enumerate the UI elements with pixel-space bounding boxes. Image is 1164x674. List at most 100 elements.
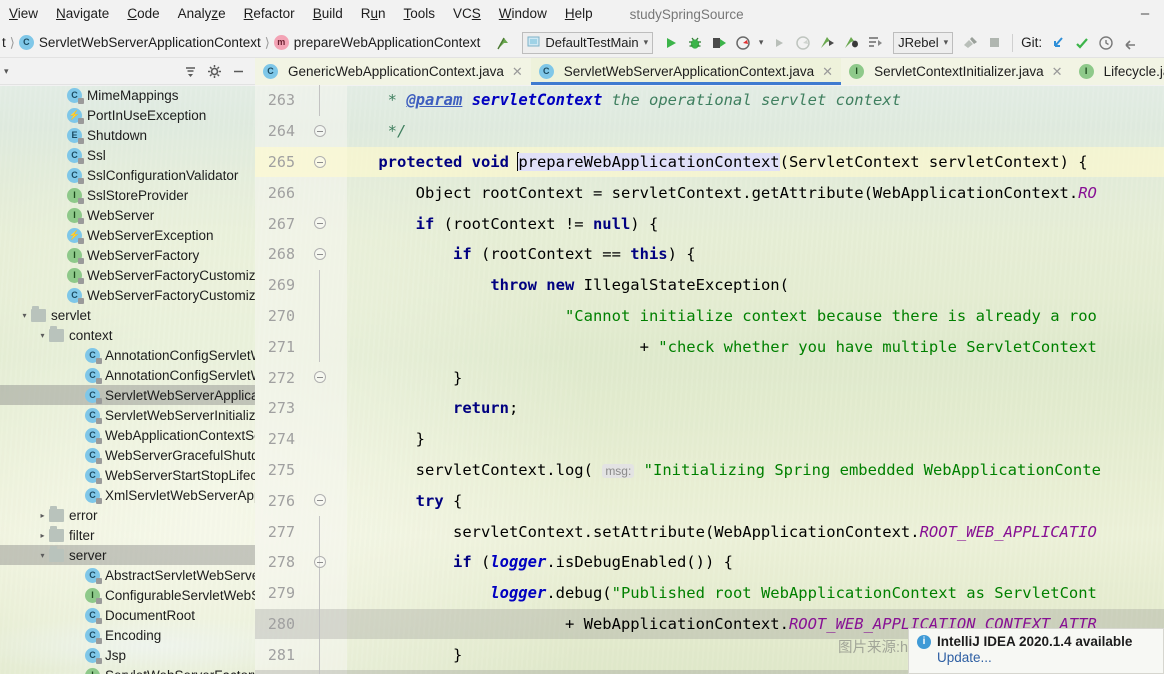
attach-profiler-button[interactable] [791,31,815,55]
tree-item-jsp[interactable]: C Jsp [0,645,255,665]
line-number[interactable]: 264 [255,122,301,140]
jrebel-debug-button[interactable] [839,31,863,55]
tree-item-webserverstartstoplifecycle[interactable]: CWebServerStartStopLifecycle [0,465,255,485]
tree-item-configurableservletwebserverfactory[interactable]: IConfigurableServletWebServerFactory [0,585,255,605]
tree-item-server[interactable]: ▾ server [0,545,255,565]
chevron-down-icon[interactable]: ▾ [18,311,31,320]
code-editor[interactable]: 263 * @param servletContext the operatio… [255,85,1164,674]
tree-item-webserverfactorycustomizerbeanpostprocessor[interactable]: CWebServerFactoryCustomizerBeanPostProce… [0,285,255,305]
tree-item-error[interactable]: ▸ error [0,505,255,525]
tree-item-context[interactable]: ▾ context [0,325,255,345]
code-line-267[interactable]: 267 if (rootContext != null) { [255,208,1164,239]
code-line-270[interactable]: 270 "Cannot initialize context because t… [255,300,1164,332]
line-number[interactable]: 280 [255,615,301,633]
line-number[interactable]: 271 [255,338,301,356]
fold-column[interactable] [301,546,341,578]
code-line-265[interactable]: 265 protected void prepareWebApplication… [255,146,1164,178]
tree-item-webservergracefulshutdownlifecycle[interactable]: CWebServerGracefulShutdownLifecycle [0,445,255,465]
tree-item-annotationconfigservletwebserverapplicationcontext[interactable]: CAnnotationConfigServletWebServerApplica… [0,365,255,385]
menu-item-run[interactable]: Run [352,0,395,28]
tree-item-sslstoreprovider[interactable]: I SslStoreProvider [0,185,255,205]
code-line-269[interactable]: 269 throw new IllegalStateException( [255,269,1164,301]
tree-item-servletwebserverinitializedevent[interactable]: CServletWebServerInitializedEvent [0,405,255,425]
tree-item-ssl[interactable]: C Ssl [0,145,255,165]
line-number[interactable]: 278 [255,553,301,571]
fold-column[interactable] [301,269,341,301]
line-number[interactable]: 277 [255,523,301,541]
tree-item-xmlservletwebserverapplicationcontext[interactable]: CXmlServletWebServerApplicationContext [0,485,255,505]
fold-column[interactable] [301,516,341,547]
menu-item-analyze[interactable]: Analyze [169,0,235,28]
fold-column[interactable] [301,424,341,455]
code-line-276[interactable]: 276 try { [255,485,1164,516]
code-line-264[interactable]: 264 */ [255,116,1164,147]
tree-item-servlet[interactable]: ▾ servlet [0,305,255,325]
tree-item-abstractservletwebserverfactory[interactable]: CAbstractServletWebServerFactory [0,565,255,585]
fold-column[interactable] [301,85,341,116]
run-with-coverage-button[interactable] [707,31,731,55]
rerun-button[interactable] [767,31,791,55]
editor-tab-genericwebapplicationcontext-java[interactable]: C GenericWebApplicationContext.java ✕ [255,58,531,85]
menu-item-tools[interactable]: Tools [395,0,445,28]
collapse-region-icon[interactable] [314,555,326,568]
run-configuration-selector[interactable]: DefaultTestMain ▾ [522,31,654,54]
fold-column[interactable] [301,485,341,516]
collapse-region-icon[interactable] [314,124,326,137]
code-line-273[interactable]: 273 return; [255,393,1164,424]
fold-column[interactable] [301,331,341,363]
menu-item-vcs[interactable]: VCS [444,0,490,28]
hide-panel-icon[interactable] [227,60,249,82]
tree-item-webserverfactory[interactable]: I WebServerFactory [0,245,255,265]
fold-column[interactable] [301,639,341,671]
collapse-region-icon[interactable] [314,494,326,507]
tree-item-webserver[interactable]: I WebServer [0,205,255,225]
menu-item-build[interactable]: Build [304,0,352,28]
git-commit-button[interactable] [1070,31,1094,55]
breadcrumb-item-2[interactable]: prepareWebApplicationContext [294,35,481,50]
editor-tab-servletwebserverapplicationcontext-java[interactable]: C ServletWebServerApplicationContext.java… [530,58,842,85]
code-line-268[interactable]: 268 if (rootContext == this) { [255,239,1164,270]
menu-item-window[interactable]: Window [490,0,556,28]
tree-item-encoding[interactable]: C Encoding [0,625,255,645]
line-number[interactable]: 276 [255,492,301,510]
breadcrumb-item-1[interactable]: ServletWebServerApplicationContext [39,35,261,50]
code-line-263[interactable]: 263 * @param servletContext the operatio… [255,85,1164,116]
editor-tab-servletcontextinitializer-java[interactable]: I ServletContextInitializer.java ✕ [841,58,1071,85]
menu-item-help[interactable]: Help [556,0,602,28]
fold-column[interactable] [301,670,341,674]
line-number[interactable]: 268 [255,245,301,263]
tree-item-shutdown[interactable]: E Shutdown [0,125,255,145]
fold-column[interactable] [301,362,341,393]
tree-item-sslconfigurationvalidator[interactable]: C SslConfigurationValidator [0,165,255,185]
code-line-272[interactable]: 272 } [255,362,1164,393]
code-content[interactable]: 263 * @param servletContext the operatio… [255,85,1164,674]
git-rollback-button[interactable] [1118,31,1142,55]
jrebel-run-button[interactable] [815,31,839,55]
menu-item-refactor[interactable]: Refactor [235,0,304,28]
line-number[interactable]: 270 [255,307,301,325]
line-number[interactable]: 267 [255,215,301,233]
collapse-all-icon[interactable] [179,60,201,82]
line-number[interactable]: 281 [255,646,301,664]
close-icon[interactable]: ✕ [512,64,523,80]
gear-icon[interactable] [203,60,225,82]
tree-item-annotationconfigservletwebapplicationcontext[interactable]: CAnnotationConfigServletWebApplicationCo… [0,345,255,365]
git-history-button[interactable] [1094,31,1118,55]
line-number[interactable]: 274 [255,430,301,448]
close-icon[interactable]: ✕ [822,64,833,80]
make-project-icon[interactable] [492,31,516,55]
line-number[interactable]: 266 [255,184,301,202]
line-number[interactable]: 279 [255,584,301,602]
fold-column[interactable] [301,239,341,270]
collapse-region-icon[interactable] [314,371,326,384]
code-line-266[interactable]: 266 Object rootContext = servletContext.… [255,177,1164,208]
code-line-274[interactable]: 274 } [255,424,1164,455]
code-line-279[interactable]: 279 logger.debug("Published root WebAppl… [255,577,1164,609]
notification-balloon[interactable]: i IntelliJ IDEA 2020.1.4 available Updat… [908,628,1164,674]
line-number[interactable]: 263 [255,91,301,109]
code-line-277[interactable]: 277 servletContext.setAttribute(WebAppli… [255,516,1164,547]
profile-button[interactable] [731,31,755,55]
stop-button[interactable] [982,31,1006,55]
tree-item-documentroot[interactable]: C DocumentRoot [0,605,255,625]
tree-item-servletwebserverapplicationcontext[interactable]: CServletWebServerApplicationContext [0,385,255,405]
